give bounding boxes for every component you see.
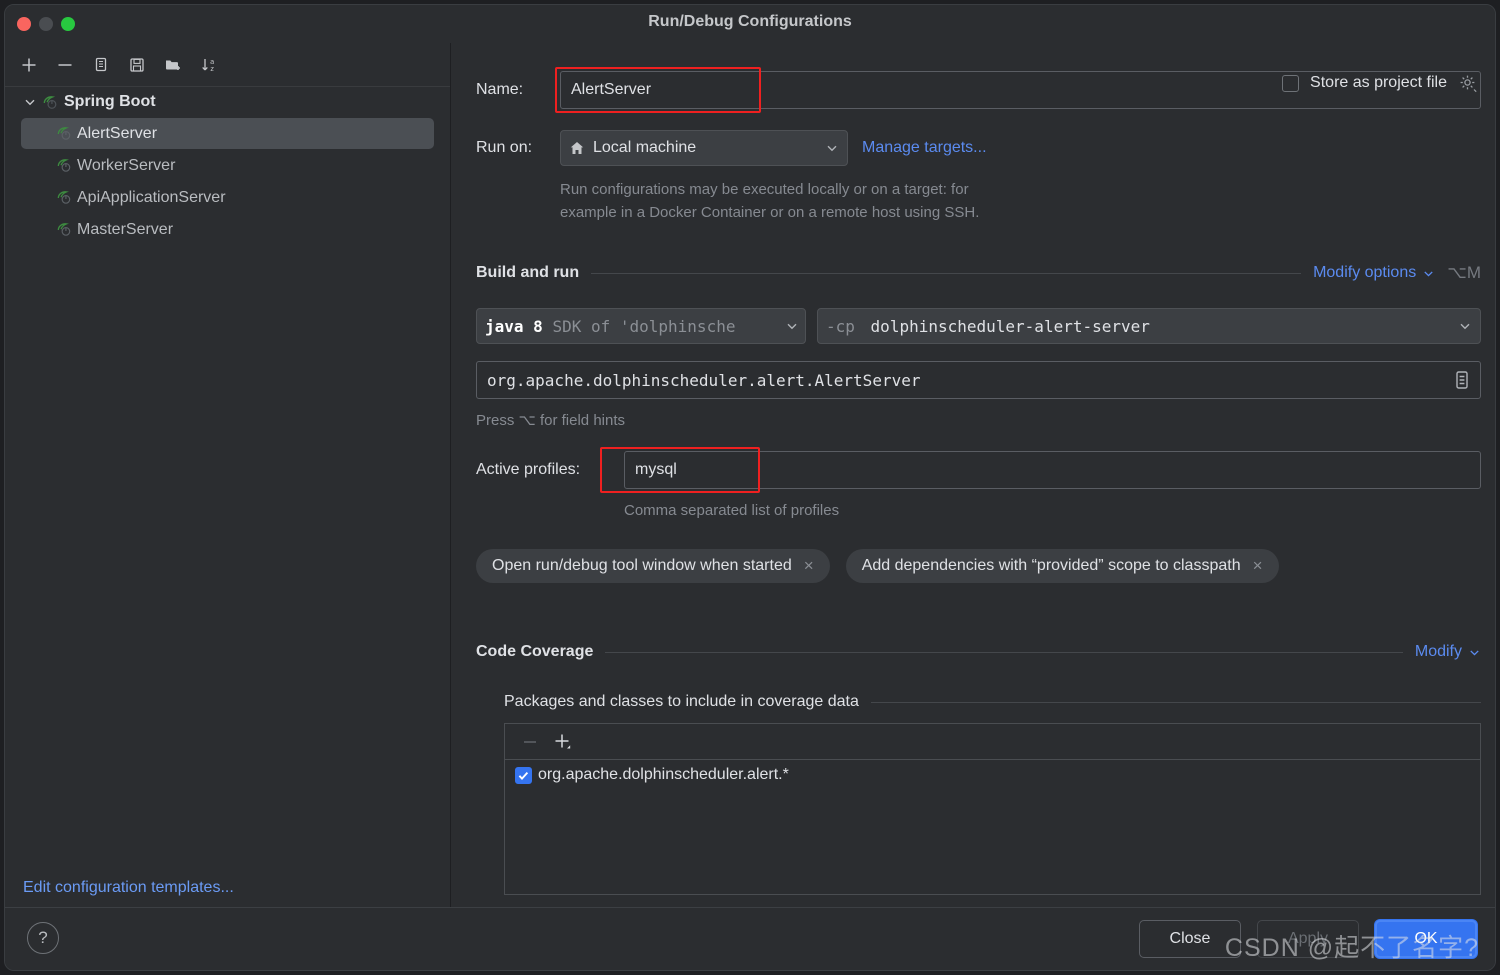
watermark-text: CSDN @起不了名字?	[1224, 934, 1479, 962]
spring-boot-icon	[57, 191, 71, 204]
run-on-select[interactable]: Local machine	[560, 130, 848, 166]
jdk-value-strong: java 8	[485, 316, 543, 336]
dialog-footer: ? Close Apply OK CSDN @起不了名字?	[5, 907, 1495, 970]
classpath-module-select[interactable]: -cp dolphinscheduler-alert-server	[817, 308, 1481, 344]
chip-label: Add dependencies with “provided” scope t…	[861, 557, 1241, 574]
coverage-subsection-header: Packages and classes to include in cover…	[504, 693, 1481, 711]
move-into-folder-button[interactable]	[157, 49, 189, 81]
add-package-button[interactable]	[551, 730, 575, 754]
add-configuration-button[interactable]	[13, 49, 45, 81]
chevron-down-icon	[787, 323, 797, 330]
configurations-sidebar: a z Spring Boot AlertServer WorkerServer…	[5, 43, 451, 909]
code-coverage-title: Code Coverage	[476, 643, 594, 660]
chevron-down-icon	[1460, 323, 1470, 330]
coverage-entry-checkbox[interactable]	[515, 766, 532, 784]
list-browse-icon[interactable]	[1452, 369, 1472, 391]
run-on-label: Run on:	[476, 139, 533, 156]
store-as-project-file-row[interactable]: Store as project file	[1282, 73, 1478, 93]
configurations-tree: Spring Boot AlertServer WorkerServer Api…	[5, 87, 450, 246]
coverage-entry-label: org.apache.dolphinscheduler.alert.*	[538, 766, 789, 783]
spring-boot-icon	[57, 223, 71, 236]
run-on-value: Local machine	[593, 139, 697, 156]
run-debug-configurations-dialog: Run/Debug Configurations a z Spring Boot…	[4, 4, 1496, 971]
field-hints-text: Press ⌥ for field hints	[476, 412, 626, 429]
sidebar-item-label: ApiApplicationServer	[77, 188, 226, 206]
run-on-hint-line-2: example in a Docker Container or on a re…	[560, 204, 980, 221]
section-divider	[591, 272, 1302, 274]
edit-configuration-templates-link[interactable]: Edit configuration templates...	[23, 879, 234, 897]
run-on-hint-line-1: Run configurations may be executed local…	[560, 181, 969, 198]
chip-label: Open run/debug tool window when started	[492, 557, 792, 574]
spring-boot-icon	[57, 159, 71, 172]
jdk-value-dim: SDK of 'dolphinsche	[552, 316, 736, 336]
coverage-list-item[interactable]: org.apache.dolphinscheduler.alert.*	[505, 760, 1480, 790]
coverage-subsection-title: Packages and classes to include in cover…	[504, 693, 859, 710]
code-coverage-modify-link[interactable]: Modify	[1415, 643, 1481, 661]
remove-configuration-button[interactable]	[49, 49, 81, 81]
code-coverage-header: Code Coverage Modify	[476, 643, 1481, 661]
store-as-project-file-label: Store as project file	[1310, 74, 1447, 91]
active-profiles-input[interactable]: mysql	[624, 451, 1481, 489]
modify-options-shortcut: ⌥M	[1447, 263, 1481, 282]
chevron-down-icon	[1424, 270, 1433, 277]
chip-remove-icon[interactable]: ×	[804, 556, 814, 576]
sidebar-toolbar: a z	[5, 43, 450, 87]
title-bar: Run/Debug Configurations	[5, 5, 1495, 43]
chip-remove-icon[interactable]: ×	[1253, 556, 1263, 576]
name-label: Name:	[476, 81, 524, 98]
chevron-down-icon	[827, 145, 837, 152]
gear-icon[interactable]	[1458, 73, 1478, 93]
active-profiles-label: Active profiles:	[476, 461, 581, 478]
section-divider	[605, 651, 1403, 653]
store-as-project-file-checkbox[interactable]	[1282, 74, 1300, 92]
main-class-value: org.apache.dolphinscheduler.alert.AlertS…	[487, 370, 921, 390]
sidebar-item-label: MasterServer	[77, 220, 174, 238]
tree-group-spring-boot[interactable]: Spring Boot	[5, 87, 450, 117]
modify-options-link[interactable]: Modify options	[1313, 264, 1435, 282]
chevron-down-icon	[25, 99, 35, 106]
home-icon	[570, 142, 584, 154]
coverage-packages-list: org.apache.dolphinscheduler.alert.*	[504, 723, 1481, 895]
build-and-run-header: Build and run Modify options ⌥M	[476, 263, 1481, 283]
active-profiles-hint: Comma separated list of profiles	[624, 502, 840, 519]
sort-configurations-button[interactable]: a z	[193, 49, 225, 81]
chevron-down-icon	[1470, 649, 1479, 656]
coverage-list-toolbar	[505, 724, 1480, 760]
spring-boot-icon	[57, 127, 71, 140]
tree-group-label: Spring Boot	[64, 93, 156, 110]
remove-package-button[interactable]	[519, 731, 541, 753]
help-button[interactable]: ?	[27, 922, 59, 954]
copy-configuration-button[interactable]	[85, 49, 117, 81]
spring-boot-icon	[43, 95, 57, 109]
jdk-select[interactable]: java 8 SDK of 'dolphinsche	[476, 308, 806, 344]
option-chip-open-tool-window[interactable]: Open run/debug tool window when started …	[476, 549, 830, 583]
classpath-prefix: -cp	[826, 316, 855, 336]
sidebar-item-alertserver[interactable]: AlertServer	[21, 118, 434, 149]
sidebar-item-label: AlertServer	[77, 124, 158, 142]
sidebar-item-label: WorkerServer	[77, 156, 176, 174]
question-mark-icon: ?	[38, 928, 48, 947]
option-chip-provided-scope[interactable]: Add dependencies with “provided” scope t…	[845, 549, 1279, 583]
build-and-run-title: Build and run	[476, 264, 580, 281]
main-class-input[interactable]: org.apache.dolphinscheduler.alert.AlertS…	[476, 361, 1481, 399]
section-divider	[870, 701, 1481, 703]
classpath-value: dolphinscheduler-alert-server	[870, 316, 1150, 336]
manage-targets-link[interactable]: Manage targets...	[862, 139, 987, 157]
sidebar-item-apiapplicationserver[interactable]: ApiApplicationServer	[21, 182, 434, 213]
dialog-title: Run/Debug Configurations	[648, 13, 852, 30]
sidebar-item-workerserver[interactable]: WorkerServer	[21, 150, 434, 181]
sidebar-item-masterserver[interactable]: MasterServer	[21, 214, 434, 245]
configuration-editor-panel: Name: AlertServer Store as project file …	[452, 43, 1495, 909]
save-configuration-button[interactable]	[121, 49, 153, 81]
svg-text:z: z	[210, 65, 214, 73]
